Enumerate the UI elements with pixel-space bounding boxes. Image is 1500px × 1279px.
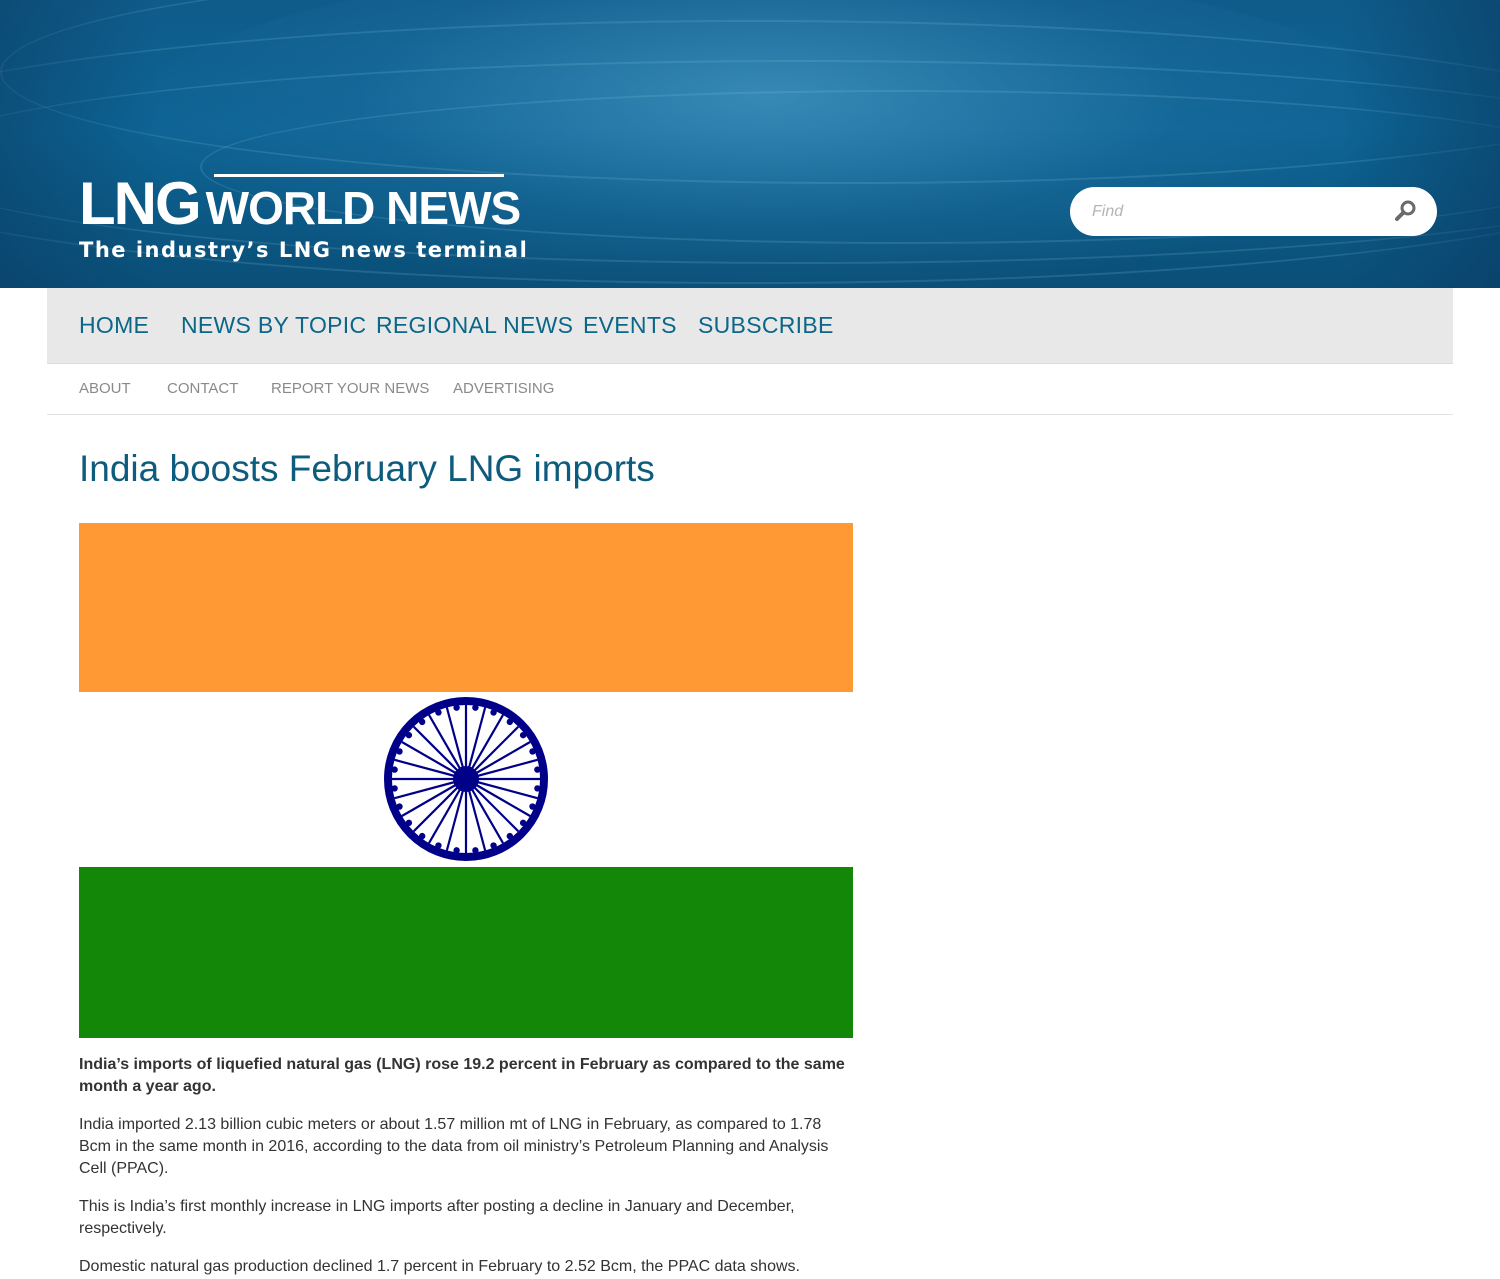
secondary-nav: ABOUT CONTACT REPORT YOUR NEWS ADVERTISI… bbox=[47, 364, 1453, 415]
nav-news-by-topic[interactable]: NEWS BY TOPIC bbox=[181, 312, 366, 339]
flag-saffron-band bbox=[79, 523, 853, 692]
flag-green-band bbox=[79, 867, 853, 1038]
ashoka-chakra-icon bbox=[384, 697, 548, 861]
site-header: LNG WORLD NEWS The industry’s LNG news te… bbox=[0, 0, 1500, 288]
india-flag-image bbox=[79, 523, 853, 1038]
search-box bbox=[1070, 187, 1437, 236]
article-paragraph: Domestic natural gas production declined… bbox=[79, 1258, 800, 1275]
logo-rule bbox=[214, 174, 504, 177]
logo-world-news-text: WORLD NEWS bbox=[205, 182, 522, 234]
article-lead: India’s imports of liquefied natural gas… bbox=[79, 1056, 845, 1095]
search-input[interactable] bbox=[1090, 199, 1384, 225]
search-icon[interactable] bbox=[1394, 199, 1418, 223]
subnav-advertising[interactable]: ADVERTISING bbox=[453, 380, 554, 397]
subnav-contact[interactable]: CONTACT bbox=[167, 380, 238, 397]
header-shade bbox=[1340, 0, 1500, 288]
article-title: India boosts February LNG imports bbox=[79, 448, 655, 489]
subnav-about[interactable]: ABOUT bbox=[79, 380, 131, 397]
nav-home[interactable]: HOME bbox=[79, 312, 149, 339]
nav-events[interactable]: EVENTS bbox=[583, 312, 677, 339]
nav-regional-news[interactable]: REGIONAL NEWS bbox=[376, 312, 573, 339]
subnav-report-your-news[interactable]: REPORT YOUR NEWS bbox=[271, 380, 429, 397]
logo-lng-text: LNG bbox=[79, 170, 202, 237]
logo-tagline: The industry’s LNG news terminal bbox=[79, 238, 529, 262]
nav-subscribe[interactable]: SUBSCRIBE bbox=[698, 312, 834, 339]
article-paragraph: India imported 2.13 billion cubic meters… bbox=[79, 1116, 829, 1177]
site-logo[interactable]: LNG WORLD NEWS The industry’s LNG news te… bbox=[79, 174, 529, 263]
logo-wordmark: LNG WORLD NEWS bbox=[79, 174, 528, 234]
article-image bbox=[79, 523, 853, 1038]
primary-nav: HOME NEWS BY TOPIC REGIONAL NEWS EVENTS … bbox=[47, 288, 1453, 364]
article-paragraph: This is India’s first monthly increase i… bbox=[79, 1198, 795, 1237]
